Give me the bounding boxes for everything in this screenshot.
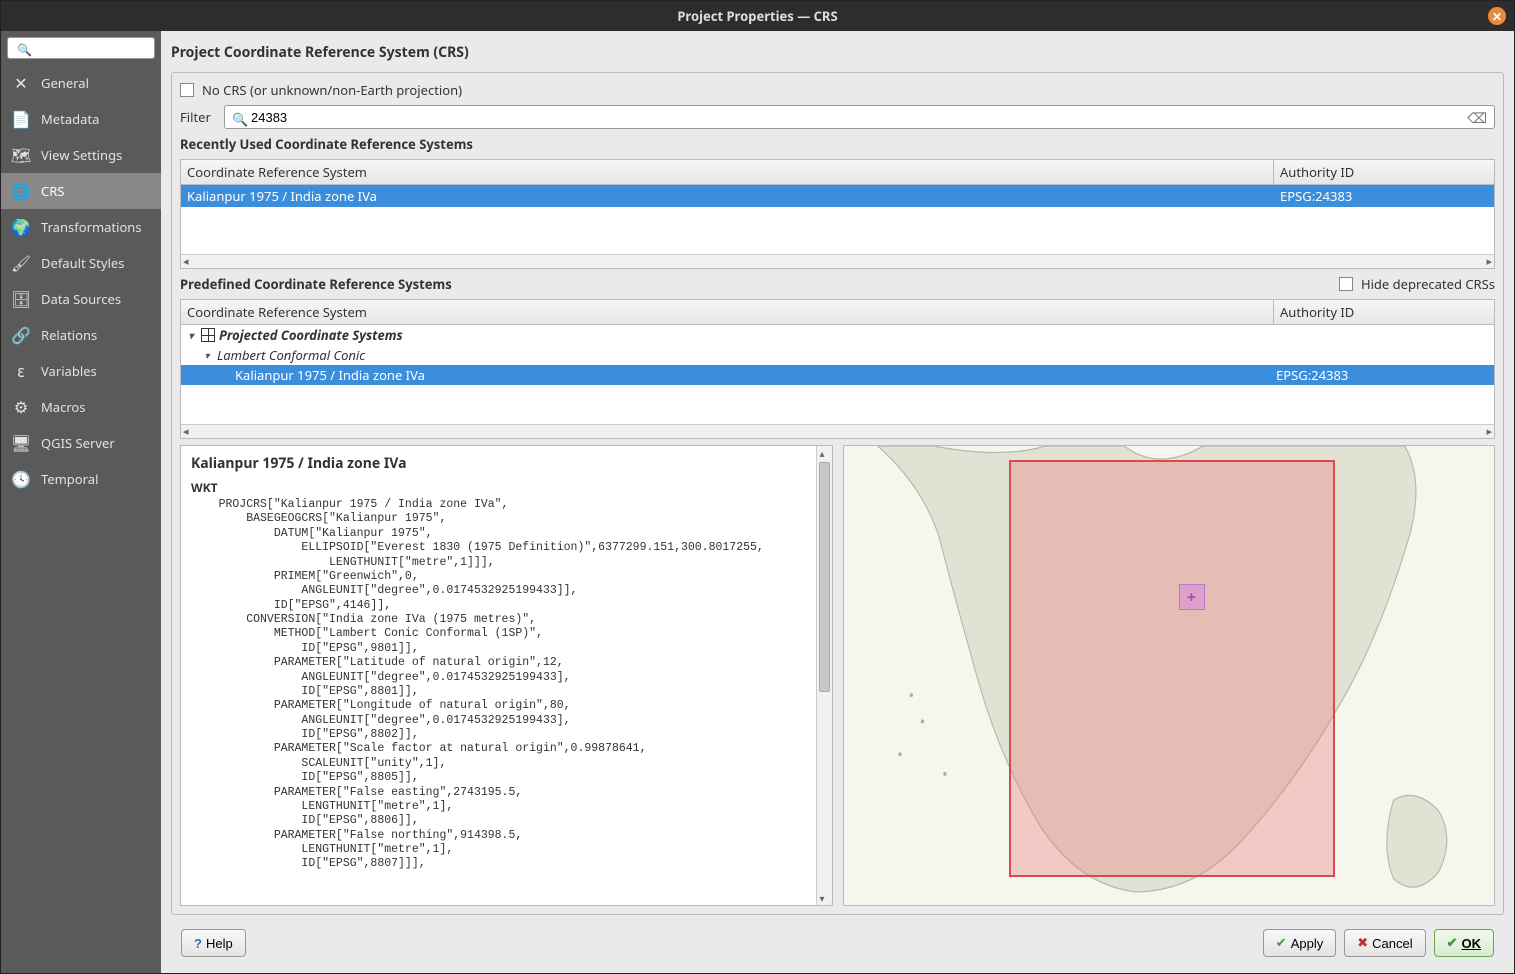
sidebar-item-view-settings[interactable]: 🗺 View Settings bbox=[1, 137, 161, 173]
help-icon: ? bbox=[194, 936, 202, 951]
sidebar-search-input[interactable] bbox=[7, 37, 155, 59]
button-label: OK bbox=[1462, 936, 1482, 951]
sidebar-item-data-sources[interactable]: 🗄 Data Sources bbox=[1, 281, 161, 317]
col-auth-header[interactable]: Authority ID bbox=[1274, 160, 1494, 184]
metadata-icon: 📄 bbox=[11, 109, 31, 129]
recent-hscroll[interactable] bbox=[181, 254, 1494, 268]
sidebar-item-qgis-server[interactable]: 🖥 QGIS Server bbox=[1, 425, 161, 461]
sidebar-item-label: Relations bbox=[41, 326, 97, 344]
crs-details-panel: Kalianpur 1975 / India zone IVa WKT PROJ… bbox=[180, 445, 833, 906]
details-vscroll[interactable] bbox=[816, 446, 832, 905]
no-crs-label: No CRS (or unknown/non-Earth projection) bbox=[202, 81, 462, 99]
ok-button[interactable]: ✔ OK bbox=[1434, 929, 1494, 957]
tree-label: Kalianpur 1975 / India zone IVa bbox=[235, 366, 425, 384]
button-label: Apply bbox=[1291, 936, 1324, 951]
crs-auth-cell: EPSG:24383 bbox=[1274, 185, 1494, 207]
sidebar-item-label: QGIS Server bbox=[41, 434, 115, 452]
check-icon: ✔ bbox=[1276, 935, 1287, 951]
table-row[interactable]: Kalianpur 1975 / India zone IVaEPSG:2438… bbox=[181, 185, 1494, 207]
crs-details-name: Kalianpur 1975 / India zone IVa bbox=[191, 454, 806, 473]
col-crs-header[interactable]: Coordinate Reference System bbox=[181, 300, 1274, 324]
clear-filter-icon[interactable]: ⌫ bbox=[1467, 109, 1487, 128]
grid-icon bbox=[201, 328, 215, 342]
db-icon: 🗄 bbox=[11, 289, 31, 309]
sidebar-item-label: Macros bbox=[41, 398, 86, 416]
transform-icon: 🌍 bbox=[11, 217, 31, 237]
view-icon: 🗺 bbox=[11, 145, 31, 165]
cancel-button[interactable]: ✖ Cancel bbox=[1344, 929, 1425, 957]
col-crs-header[interactable]: Coordinate Reference System bbox=[181, 160, 1274, 184]
hide-deprecated-label: Hide deprecated CRSs bbox=[1361, 275, 1495, 293]
sidebar-item-macros[interactable]: ⚙ Macros bbox=[1, 389, 161, 425]
cancel-icon: ✖ bbox=[1357, 935, 1368, 951]
check-icon: ✔ bbox=[1447, 935, 1458, 951]
tree-group-lcc[interactable]: ▾ Lambert Conformal Conic bbox=[181, 345, 1494, 365]
sidebar-item-label: Variables bbox=[41, 362, 97, 380]
page-title: Project Coordinate Reference System (CRS… bbox=[171, 39, 1504, 66]
sidebar-item-label: CRS bbox=[41, 182, 64, 200]
filter-input[interactable] bbox=[224, 105, 1495, 129]
sidebar-item-transformations[interactable]: 🌍 Transformations bbox=[1, 209, 161, 245]
sidebar-item-label: Transformations bbox=[41, 218, 142, 236]
globe-icon: 🌐 bbox=[11, 181, 31, 201]
filter-label: Filter bbox=[180, 108, 216, 126]
sidebar-item-relations[interactable]: 🔗 Relations bbox=[1, 317, 161, 353]
sidebar-item-label: Default Styles bbox=[41, 254, 124, 272]
sidebar-item-label: General bbox=[41, 74, 89, 92]
sidebar-search: 🔍 bbox=[7, 37, 155, 59]
button-label: Cancel bbox=[1372, 936, 1412, 951]
styles-icon: 🖌 bbox=[11, 253, 31, 273]
recent-title: Recently Used Coordinate Reference Syste… bbox=[180, 135, 1495, 153]
sidebar-item-temporal[interactable]: 🕓 Temporal bbox=[1, 461, 161, 497]
window-title: Project Properties — CRS bbox=[677, 7, 837, 25]
predef-crs-tree: Coordinate Reference System Authority ID… bbox=[180, 299, 1495, 439]
sidebar-item-label: Data Sources bbox=[41, 290, 121, 308]
help-button[interactable]: ? Help bbox=[181, 929, 246, 957]
apply-button[interactable]: ✔ Apply bbox=[1263, 929, 1336, 957]
crs-extent-map: + bbox=[843, 445, 1496, 906]
sidebar-item-label: Temporal bbox=[41, 470, 98, 488]
tree-label: Projected Coordinate Systems bbox=[219, 326, 403, 344]
recent-crs-table: Coordinate Reference System Authority ID… bbox=[180, 159, 1495, 269]
tree-item-crs[interactable]: Kalianpur 1975 / India zone IVa EPSG:243… bbox=[181, 365, 1494, 385]
col-auth-header[interactable]: Authority ID bbox=[1274, 300, 1494, 324]
relations-icon: 🔗 bbox=[11, 325, 31, 345]
crs-extent-rectangle bbox=[1009, 460, 1334, 878]
tree-label: Lambert Conformal Conic bbox=[217, 346, 365, 364]
hide-deprecated-checkbox[interactable] bbox=[1339, 277, 1353, 291]
sidebar-item-label: View Settings bbox=[41, 146, 122, 164]
close-icon[interactable]: ✕ bbox=[1488, 7, 1506, 25]
clock-icon: 🕓 bbox=[11, 469, 31, 489]
wkt-text: PROJCRS["Kalianpur 1975 / India zone IVa… bbox=[191, 498, 806, 872]
sidebar-item-variables[interactable]: ε Variables bbox=[1, 353, 161, 389]
crs-name-cell: Kalianpur 1975 / India zone IVa bbox=[181, 185, 1274, 207]
predef-title: Predefined Coordinate Reference Systems bbox=[180, 275, 452, 293]
sidebar-item-general[interactable]: ✕ General bbox=[1, 65, 161, 101]
expand-icon[interactable]: ▾ bbox=[185, 328, 197, 342]
button-label: Help bbox=[206, 936, 233, 951]
sidebar-item-crs[interactable]: 🌐 CRS bbox=[1, 173, 161, 209]
expand-icon[interactable]: ▾ bbox=[201, 348, 213, 362]
macros-icon: ⚙ bbox=[11, 397, 31, 417]
crs-center-marker: + bbox=[1179, 584, 1205, 610]
server-icon: 🖥 bbox=[11, 433, 31, 453]
sidebar: 🔍 ✕ General 📄 Metadata 🗺 View Settings 🌐 CRS 🌍 Tr… bbox=[1, 31, 161, 973]
sidebar-item-label: Metadata bbox=[41, 110, 99, 128]
settings-icon: ✕ bbox=[11, 73, 31, 93]
tree-auth: EPSG:24383 bbox=[1276, 366, 1490, 384]
wkt-heading: WKT bbox=[191, 479, 806, 496]
predef-hscroll[interactable] bbox=[181, 424, 1494, 438]
titlebar: Project Properties — CRS ✕ bbox=[1, 1, 1514, 31]
tree-group-projected[interactable]: ▾ Projected Coordinate Systems bbox=[181, 325, 1494, 345]
no-crs-checkbox[interactable] bbox=[180, 83, 194, 97]
variables-icon: ε bbox=[11, 361, 31, 381]
sidebar-item-metadata[interactable]: 📄 Metadata bbox=[1, 101, 161, 137]
sidebar-item-default-styles[interactable]: 🖌 Default Styles bbox=[1, 245, 161, 281]
